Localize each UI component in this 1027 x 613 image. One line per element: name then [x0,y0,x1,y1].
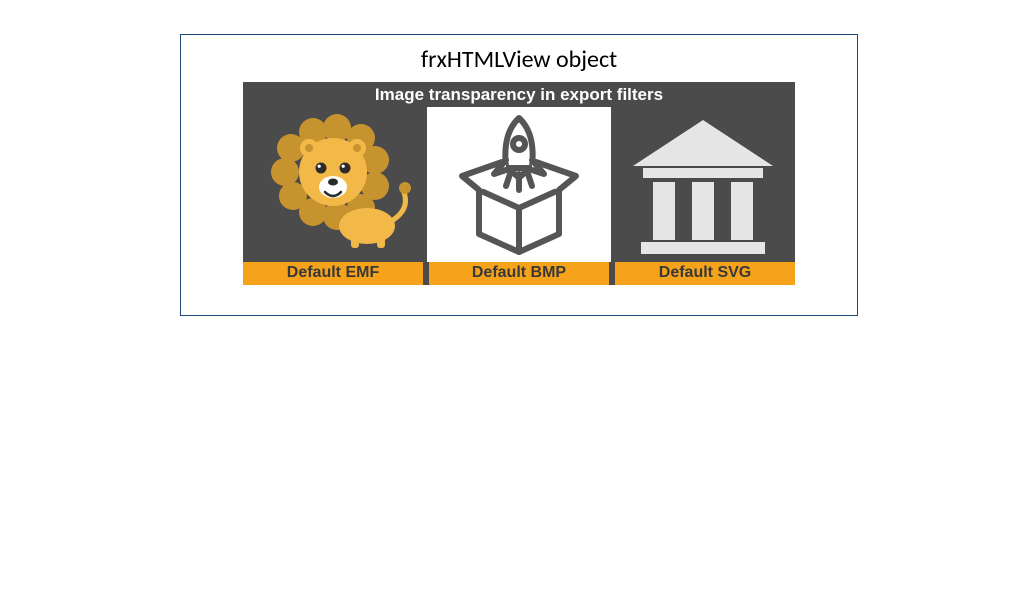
bank-icon [623,112,783,257]
label-bmp: Default BMP [429,262,609,285]
labels-row: Default EMF Default BMP Default SVG [243,262,795,285]
frxhtmlview-container: frxHTMLView object Image transparency in… [180,34,858,316]
label-emf: Default EMF [243,262,423,285]
image-cell-svg [611,107,795,262]
panel-heading: Image transparency in export filters [243,82,795,107]
images-row [243,107,795,262]
rocket-box-icon [454,112,584,257]
label-svg: Default SVG [615,262,795,285]
container-title: frxHTMLView object [421,45,617,74]
lion-icon [255,110,415,260]
image-cell-emf [243,107,427,262]
transparency-panel: Image transparency in export filters [243,82,795,285]
image-cell-bmp [427,107,611,262]
